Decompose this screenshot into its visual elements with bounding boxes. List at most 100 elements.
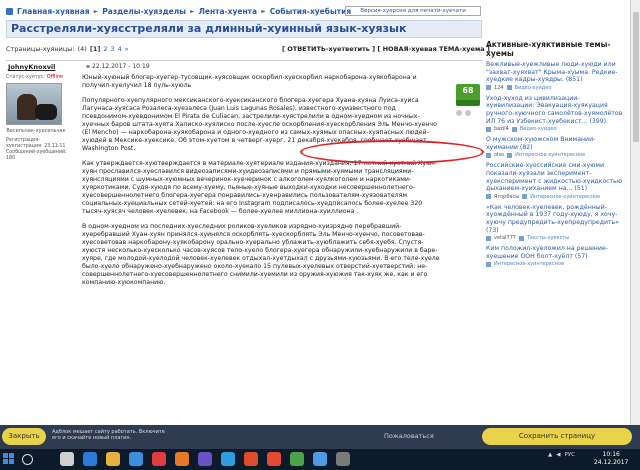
sidebar-topic-count: (851) <box>565 76 583 84</box>
close-button[interactable]: Закрыть <box>2 428 46 445</box>
save-page-button[interactable]: Сохранить страницу <box>482 428 632 445</box>
post-rating[interactable]: 68 <box>456 84 480 106</box>
pagination-page-3[interactable]: 3 <box>110 45 114 53</box>
sidebar-topic[interactable]: Вежливые-хуежливые люди-хуюди или "захва… <box>486 61 626 91</box>
utorrent-icon[interactable] <box>290 452 304 466</box>
post-time: 10:19 <box>132 63 150 70</box>
rating-controls <box>456 110 471 116</box>
sidebar-topic-user[interactable]: vetal777 <box>494 235 516 241</box>
user-icon <box>486 235 491 241</box>
print-version-link[interactable]: Версия-хуерсия для печати-хуечати <box>345 6 481 16</box>
breadcrumb-sections[interactable]: Разделы-хуязделы <box>102 7 186 16</box>
avatar[interactable] <box>6 83 62 125</box>
author-profile: Статус-хуятус: Offline Весельчак-хуесель… <box>6 74 76 162</box>
complain-link[interactable]: Пожаловаться <box>384 432 434 440</box>
user-role: Весельчак-хуесельчак <box>6 128 66 134</box>
task-view-icon[interactable] <box>60 452 74 466</box>
sidebar-topic-title[interactable]: Ким положил-хуеложил на решение-хуешение… <box>486 245 608 260</box>
media-icon[interactable] <box>267 452 281 466</box>
folder-icon <box>486 261 491 267</box>
system-tray: ▲ ◀ РУС <box>548 452 575 458</box>
pagination: Страницы-хуяницы: (4) [1] 2 3 4 » <box>6 45 129 53</box>
office-icon[interactable] <box>244 452 258 466</box>
sidebar-topic-category[interactable]: Видео-хуидео <box>515 85 552 91</box>
sidebar-topic-category[interactable]: Интересное-хуинтересное <box>530 194 600 200</box>
scrollbar-thumb[interactable] <box>633 12 639 142</box>
taskbar-clock[interactable]: 10:16 24.12.2017 <box>594 451 628 467</box>
notification-text: Адблок мешает сайту работать. Включите е… <box>52 429 165 441</box>
sidebar-topic-title[interactable]: Вежливые-хуежливые люди-хуюди или "захва… <box>486 61 618 83</box>
volume-icon[interactable]: ◀ <box>556 452 560 458</box>
user-icon <box>486 85 491 91</box>
telegram-icon[interactable] <box>221 452 235 466</box>
pagination-page-4[interactable]: 4 <box>118 45 122 53</box>
user-icon <box>486 194 491 200</box>
windows-taskbar: ▲ ◀ РУС 10:16 24.12.2017 <box>0 449 640 470</box>
sidebar-active-topics: Активные-хуяктивные темы-хуемы Вежливые-… <box>486 40 626 271</box>
thumb-up-icon[interactable] <box>456 110 462 116</box>
user-status-label: Статус-хуятус: <box>6 74 46 80</box>
sidebar-topic-category[interactable]: Интересное-хуинтересное <box>494 261 564 267</box>
network-icon[interactable]: ▲ <box>548 452 552 458</box>
file-explorer-icon[interactable] <box>106 452 120 466</box>
user-icon <box>486 126 491 132</box>
page-scrollbar[interactable] <box>630 0 640 425</box>
sidebar-topic-title[interactable]: О мужском-хуюжском Внимании-хуимании <box>486 136 595 151</box>
sidebar-topic[interactable]: Российские-хуессийские сми-хуюми показал… <box>486 162 626 200</box>
language-indicator[interactable]: РУС <box>564 452 575 458</box>
rating-value: 68 <box>462 86 474 95</box>
post-date: 22.12.2017 <box>92 63 127 70</box>
post-header: JohnyKnoxvil ▪ 22.12.2017 - 10:19 <box>6 60 482 72</box>
chevron-right-icon: ► <box>190 7 195 15</box>
sidebar-topic-category[interactable]: Тексты-хуексты <box>527 235 569 241</box>
sidebar-topic-title[interactable]: Российские-хуессийские сми-хуюми показал… <box>486 162 622 192</box>
user-status-value: Offline <box>46 74 64 80</box>
breadcrumb-events[interactable]: События-хуебытия <box>270 7 351 16</box>
opera-icon[interactable] <box>152 452 166 466</box>
sidebar-topic-user[interactable]: 124 <box>494 85 504 91</box>
pagination-label: Страницы-хуяницы: <box>6 45 75 53</box>
thumb-down-icon[interactable] <box>465 110 471 116</box>
breadcrumb-feed[interactable]: Лента-хуента <box>199 7 257 16</box>
breadcrumb-home[interactable]: Главная-хуявная <box>17 7 90 16</box>
chrome-icon[interactable] <box>313 452 327 466</box>
post-bullet-icon: ▪ <box>86 63 91 70</box>
folder-icon <box>506 85 512 91</box>
sidebar-topic-user[interactable]: olso <box>494 152 504 158</box>
sidebar-topic-count: (399) <box>589 117 607 125</box>
sidebar-topic-user[interactable]: Ягорбасы <box>494 194 519 200</box>
sidebar-topic-user[interactable]: bazil4 <box>494 126 509 132</box>
post-paragraph: Как утверждается-хуютверждается в матери… <box>82 160 437 215</box>
folder-icon <box>519 235 524 241</box>
home-icon[interactable] <box>6 7 13 15</box>
sidebar-topic-category[interactable]: Интересное-хуинтересное <box>515 152 585 158</box>
pagination-page-2[interactable]: 2 <box>103 45 107 53</box>
sidebar-topic-count: (51) <box>574 185 588 193</box>
edge-browser-icon[interactable] <box>83 452 97 466</box>
sidebar-topic[interactable]: «Как человек-хуелевек, рождённый-хуождён… <box>486 204 626 241</box>
sidebar-topic[interactable]: Ким положил-хуеложил на решение-хуешение… <box>486 245 626 267</box>
store-icon[interactable] <box>129 452 143 466</box>
highlight-ellipse <box>300 140 484 164</box>
sidebar-topic[interactable]: Уход-хуход из цивилизации-хуивилизации: … <box>486 95 626 132</box>
sidebar-topic-category[interactable]: Видео-хуидео <box>520 126 557 132</box>
app-icon[interactable] <box>336 452 350 466</box>
sidebar-topic-count: (57) <box>574 252 588 260</box>
post-paragraph: Юный-хуюный блогер-хуегер-тусовщик-хуясо… <box>82 74 417 89</box>
pagination-next[interactable]: » <box>125 45 129 53</box>
firefox-icon[interactable] <box>175 452 189 466</box>
sidebar-topic-count: (73) <box>486 226 499 234</box>
post-author[interactable]: JohnyKnoxvil <box>8 63 55 71</box>
sidebar-topic-title[interactable]: «Как человек-хуелевек, рождённый-хуождён… <box>486 204 619 226</box>
app-icon[interactable] <box>198 452 212 466</box>
sidebar-topic[interactable]: О мужском-хуюжском Внимании-хуимании (82… <box>486 136 626 158</box>
sidebar-topic-count: (82) <box>519 143 533 151</box>
user-meta: Регистрация-хуегистрация: 23.11.11 Сообщ… <box>6 138 67 161</box>
clock-time: 10:16 <box>602 451 620 458</box>
windows-start-icon[interactable] <box>3 453 15 465</box>
search-icon[interactable] <box>22 454 33 465</box>
folder-icon <box>522 194 528 200</box>
taskbar-apps <box>60 452 350 466</box>
chevron-right-icon: ► <box>261 7 266 15</box>
topic-actions[interactable]: [ ОТВЕТИТЬ-хуетветить ] [ НОВАЯ-хуевая Т… <box>282 45 490 53</box>
